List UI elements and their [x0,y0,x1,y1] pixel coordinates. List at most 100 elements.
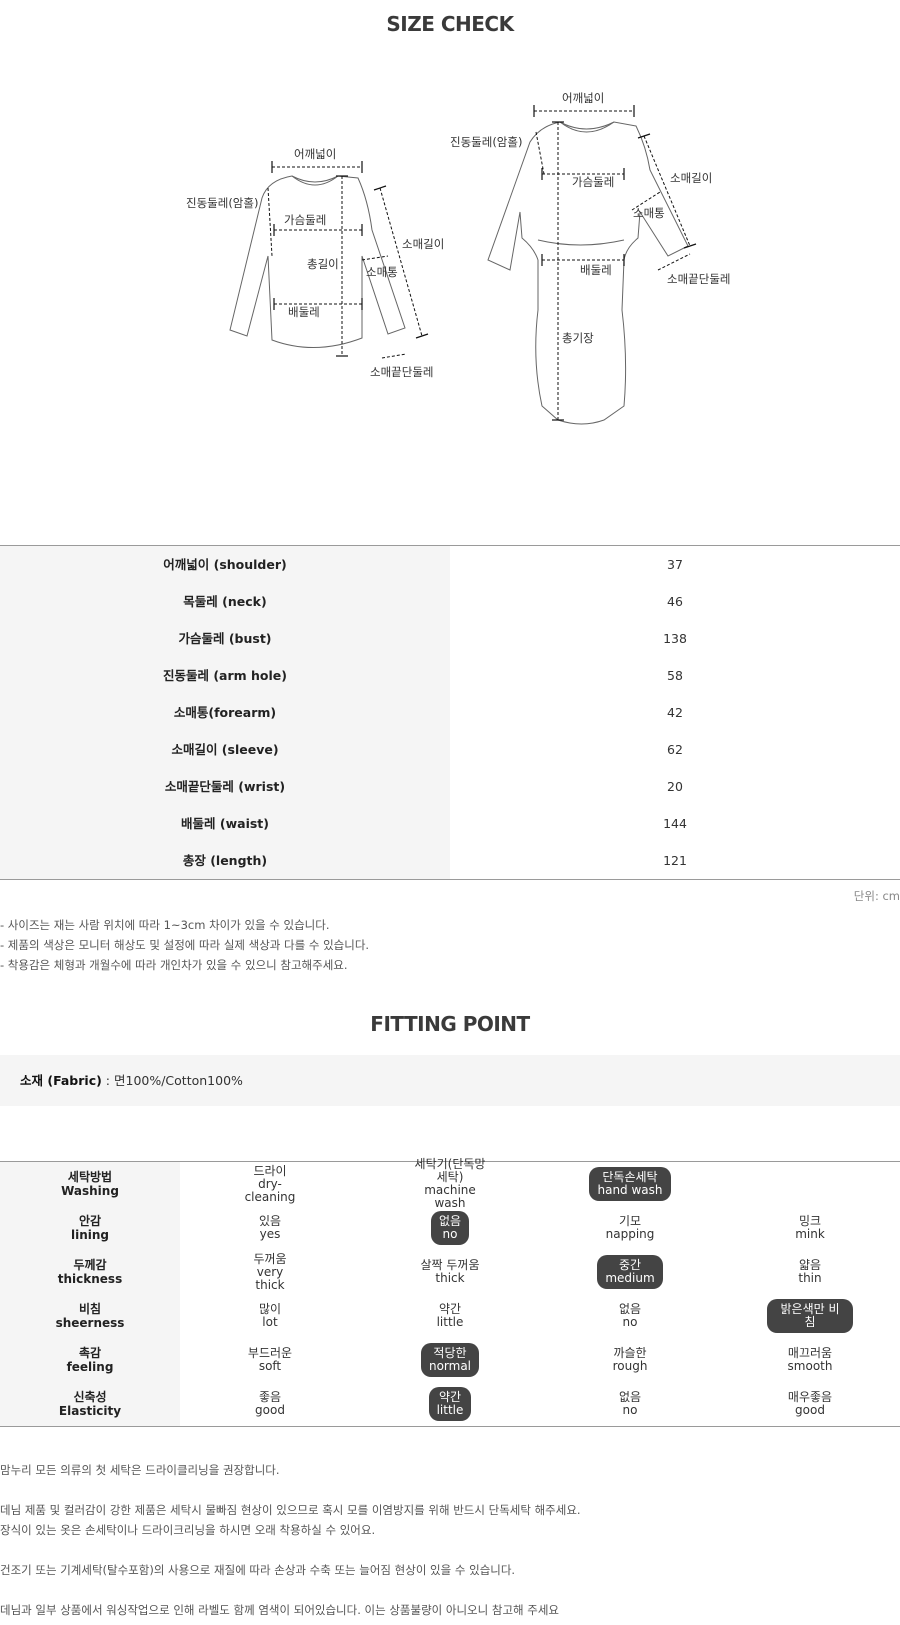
fitting-option: 밍크 mink [795,1214,825,1241]
size-diagram: 어깨넓이 진동둘레(암홀) 가슴둘레 총길이 소매통 소매길이 배둘레 소매끝단… [0,60,900,480]
size-check-title: SIZE CHECK [386,12,514,36]
size-label: 목둘레 (neck) [0,583,450,620]
size-label: 어깨넓이 (shoulder) [0,546,450,583]
fitting-row-label: 촉감 feeling [0,1338,180,1382]
left-label-length: 총길이 [307,257,339,271]
unit-label: 단위: cm [853,889,900,903]
care-gap [0,1540,581,1560]
care-gap [0,1580,581,1600]
size-value: 144 [663,816,687,831]
right-label-bust: 가슴둘레 [572,175,614,189]
left-label-armhole: 진동둘레(암홀) [186,196,258,210]
left-label-waist: 배둘레 [288,305,320,319]
fitting-option-cell: 약간 little [360,1382,540,1426]
size-value: 138 [663,631,687,646]
fabric-info: 소재 (Fabric) : 면100%/Cotton100% [0,1055,900,1106]
fitting-option-selected: 적당한 normal [420,1343,480,1377]
fitting-point-title: FITTING POINT [370,1012,530,1036]
fitting-label-en: Washing [61,1184,119,1198]
size-label: 가슴둘레 (bust) [0,620,450,657]
fitting-option: 드라이 dry-cleaning [244,1163,296,1204]
fitting-row: 신축성 Elasticity 좋음 good 약간 little 없음 no 매우좋음 g… [0,1382,900,1426]
fitting-option-cell: 얇음 thin [720,1250,900,1294]
fitting-option: 두꺼움 very thick [253,1251,287,1292]
fitting-option-cell: 두꺼움 very thick [180,1250,360,1294]
fitting-label-en: thickness [57,1272,123,1286]
fitting-option-cell: 기모 napping [540,1206,720,1250]
care-note: 데님과 일부 상품에서 워싱작업으로 인해 라벨도 함께 염색이 되어있습니다.… [0,1603,560,1617]
size-label: 소매끝단둘레 (wrist) [0,768,450,805]
care-note: 장식이 있는 옷은 손세탁이나 드라이크리닝을 하시면 오래 착용하실 수 있어… [0,1523,376,1537]
fitting-row-label: 세탁방법 Washing [0,1162,180,1206]
fitting-label-ko: 안감 [78,1214,102,1228]
size-value: 20 [667,779,683,794]
size-notes: - 사이즈는 재는 사람 위치에 따라 1~3cm 차이가 있을 수 있습니다.… [0,915,369,975]
fitting-label-en: lining [70,1228,109,1242]
size-label: 진동둘레 (arm hole) [0,657,450,694]
fitting-option: 부드러운 soft [247,1346,293,1373]
fitting-row-label: 두께감 thickness [0,1250,180,1294]
fitting-table: 세탁방법 Washing 드라이 dry-cleaning 세탁기(단독망세탁) ma… [0,1158,900,1427]
care-note: 맘누리 모든 의류의 첫 세탁은 드라이클리닝을 권장합니다. [0,1463,280,1477]
left-label-forearm: 소매통 [366,265,398,279]
fabric-label: 소재 (Fabric) [20,1073,102,1088]
fitting-option-cell: 중간 medium [540,1250,720,1294]
fitting-option-selected: 중간 medium [597,1255,663,1289]
fitting-option-cell [720,1162,900,1206]
right-label-sleeve: 소매길이 [670,171,712,185]
fitting-option: 있음 yes [258,1214,282,1241]
fitting-option-cell: 많이 lot [180,1294,360,1338]
fitting-row: 안감 lining 있음 yes 없음 no 기모 napping 밍크 mink [0,1206,900,1250]
left-label-sleeve: 소매길이 [402,237,444,251]
size-note: - 제품의 색상은 모니터 해상도 및 설정에 따라 실제 색상과 다를 수 있… [0,938,370,952]
fitting-label-ko: 촉감 [78,1346,102,1360]
fitting-option: 매우좋음 good [787,1390,833,1417]
fitting-option-cell: 매끄러움 smooth [720,1338,900,1382]
right-label-waist: 배둘레 [580,263,612,277]
size-row: 소매통(forearm) 42 [0,694,900,731]
left-label-shoulder: 어깨넓이 [294,147,336,161]
fitting-row: 두께감 thickness 두꺼움 very thick 살짝 두꺼움 thick 중간… [0,1250,900,1294]
size-label: 소매길이 (sleeve) [0,731,450,768]
fitting-option: 많이 lot [258,1302,282,1329]
care-notes: 맘누리 모든 의류의 첫 세탁은 드라이클리닝을 권장합니다. 데님 제품 및 컬… [0,1460,581,1620]
fabric-value: : 면100%/Cotton100% [101,1073,243,1088]
size-row: 소매길이 (sleeve) 62 [0,731,900,768]
size-row: 어깨넓이 (shoulder) 37 [0,546,900,583]
fitting-option: 까슬한 rough [612,1346,648,1373]
right-label-length: 총기장 [562,331,594,345]
size-row: 총장 (length) 121 [0,842,900,879]
right-label-armhole: 진동둘레(암홀) [450,135,522,149]
right-label-forearm: 소매통 [633,206,665,220]
size-table: 어깨넓이 (shoulder) 37 목둘레 (neck) 46 가슴둘레 (bus… [0,545,900,880]
fitting-row-label: 안감 lining [0,1206,180,1250]
fitting-label-ko: 비침 [78,1302,102,1316]
fitting-option-cell: 까슬한 rough [540,1338,720,1382]
fitting-option: 기모 napping [605,1214,655,1241]
fitting-option: 살짝 두꺼움 thick [420,1258,480,1285]
fitting-option: 매끄러움 smooth [787,1346,833,1373]
fitting-option-cell: 없음 no [540,1294,720,1338]
fitting-option-cell: 좋음 good [180,1382,360,1426]
size-row: 진동둘레 (arm hole) 58 [0,657,900,694]
fitting-row: 세탁방법 Washing 드라이 dry-cleaning 세탁기(단독망세탁) ma… [0,1158,900,1210]
fitting-option-cell: 살짝 두꺼움 thick [360,1250,540,1294]
fitting-row: 촉감 feeling 부드러운 soft 적당한 normal 까슬한 rough 매끄러… [0,1338,900,1382]
size-label: 총장 (length) [0,842,450,879]
right-label-wrist: 소매끝단둘레 [667,272,730,286]
fitting-option: 약간 little [436,1302,464,1329]
fitting-option-cell: 밝은색만 비침 [720,1294,900,1338]
fitting-option: 좋음 good [255,1390,285,1417]
size-row: 소매끝단둘레 (wrist) 20 [0,768,900,805]
fitting-label-ko: 두께감 [73,1258,107,1272]
fitting-label-ko: 신축성 [73,1390,107,1404]
fitting-option-selected: 없음 no [430,1211,470,1245]
left-label-wrist: 소매끝단둘레 [370,365,433,379]
fitting-option: 얇음 thin [798,1258,822,1285]
size-note: - 사이즈는 재는 사람 위치에 따라 1~3cm 차이가 있을 수 있습니다. [0,918,330,932]
size-row: 가슴둘레 (bust) 138 [0,620,900,657]
care-note: 데님 제품 및 컬러감이 강한 제품은 세탁시 물빠짐 현상이 있으므로 혹시 … [0,1503,581,1517]
size-value: 62 [667,742,683,757]
size-row: 목둘레 (neck) 46 [0,583,900,620]
fitting-option-cell: 부드러운 soft [180,1338,360,1382]
